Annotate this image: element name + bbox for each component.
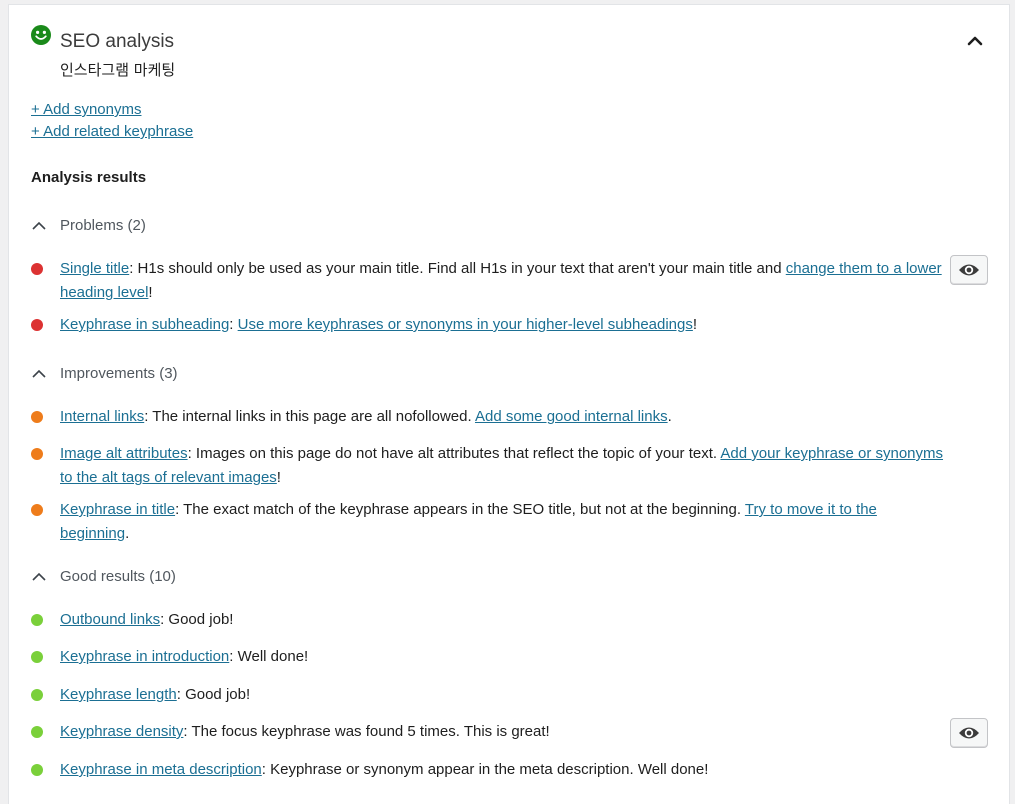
good-bullet (31, 689, 43, 701)
chevron-up-icon (32, 369, 46, 378)
result-link[interactable]: Keyphrase in meta description (60, 761, 262, 778)
result-item: Keyphrase in introduction: Well done! (31, 645, 931, 669)
result-item: Outbound links: Good job! (31, 608, 931, 632)
good-bullet (31, 614, 43, 626)
result-item: Keyphrase in title: The exact match of t… (31, 498, 931, 546)
problems-group-label: Problems (2) (60, 217, 146, 234)
result-item: Keyphrase in meta description: Keyphrase… (31, 758, 931, 782)
result-item: Keyphrase density: The focus keyphrase w… (31, 720, 931, 744)
result-item: Image alt attributes: Images on this pag… (31, 442, 943, 490)
chevron-up-icon[interactable] (965, 31, 985, 51)
good-bullet (31, 726, 43, 738)
focus-keyphrase: 인스타그램 마케팅 (60, 61, 176, 79)
problem-bullet (31, 319, 43, 331)
chevron-up-icon (32, 572, 46, 581)
improvements-group-toggle[interactable]: Improvements (3) (31, 365, 178, 382)
result-item: Single title: H1s should only be used as… (31, 257, 942, 305)
eye-icon (959, 264, 979, 276)
good-results-group-label: Good results (10) (60, 568, 176, 585)
improvement-bullet (31, 411, 43, 423)
good-bullet (31, 651, 43, 663)
result-link[interactable]: Outbound links (60, 611, 160, 628)
result-link[interactable]: Keyphrase density (60, 723, 183, 740)
result-link[interactable]: Image alt attributes (60, 445, 188, 462)
result-item: Internal links: The internal links in th… (31, 405, 931, 429)
improvement-bullet (31, 448, 43, 460)
result-link[interactable]: Keyphrase in subheading (60, 316, 229, 333)
panel-title: SEO analysis (60, 31, 175, 52)
improvements-group-label: Improvements (3) (60, 365, 178, 382)
add-related-keyphrase-link[interactable]: + Add related keyphrase (31, 123, 193, 140)
result-link[interactable]: Keyphrase in introduction (60, 648, 229, 665)
good-bullet (31, 764, 43, 776)
improvement-bullet (31, 504, 43, 516)
result-fix-link[interactable]: Use more keyphrases or synonyms in your … (238, 316, 693, 333)
eye-icon (959, 727, 979, 739)
add-synonyms-link[interactable]: + Add synonyms (31, 101, 141, 118)
problems-group-toggle[interactable]: Problems (2) (31, 217, 146, 234)
problem-bullet (31, 263, 43, 275)
result-item: Keyphrase length: Good job! (31, 683, 931, 707)
chevron-up-icon (32, 221, 46, 230)
result-fix-link[interactable]: Add some good internal links (475, 408, 668, 425)
result-link[interactable]: Internal links (60, 408, 144, 425)
result-item: Keyphrase in subheading: Use more keyphr… (31, 313, 931, 337)
good-results-group-toggle[interactable]: Good results (10) (31, 568, 176, 585)
result-link[interactable]: Keyphrase length (60, 686, 177, 703)
result-link[interactable]: Keyphrase in title (60, 501, 175, 518)
result-link[interactable]: Single title (60, 260, 129, 277)
highlight-eye-button[interactable] (950, 255, 988, 285)
seo-analysis-panel: SEO analysis 인스타그램 마케팅 + Add synonyms + … (8, 4, 1010, 804)
analysis-results-heading: Analysis results (31, 169, 147, 186)
highlight-eye-button[interactable] (950, 718, 988, 748)
smiley-face-icon (31, 25, 51, 45)
